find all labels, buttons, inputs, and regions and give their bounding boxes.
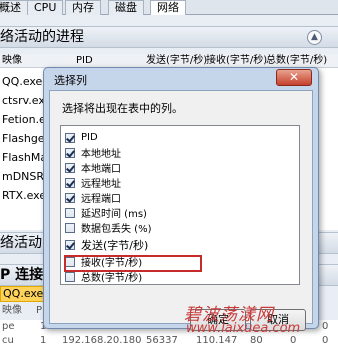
dialog-prompt: 选择将出现在表中的列。 bbox=[62, 102, 183, 115]
checkbox[interactable] bbox=[65, 207, 75, 218]
column-recv[interactable]: 接收(字节/秒) bbox=[206, 54, 267, 67]
table-cell: 0 bbox=[290, 335, 297, 346]
column-option-packet-loss[interactable]: 数据包丢失 (%) bbox=[65, 221, 152, 235]
column-total[interactable]: 总数(字节/秒) bbox=[266, 54, 327, 67]
table-cell: 1 bbox=[40, 335, 47, 346]
tab-overview[interactable]: 概述 bbox=[0, 0, 28, 15]
tab-memory[interactable]: 内存 bbox=[65, 0, 101, 15]
table-cell: 192.168.20.180 bbox=[62, 335, 142, 346]
table-row[interactable]: cu 1 192.168.20.180 56337 110.147 80 0 0 bbox=[0, 334, 338, 348]
option-label: 本地端口 bbox=[81, 164, 121, 175]
column-image[interactable]: 映像 bbox=[2, 54, 22, 67]
table-cell: pe bbox=[2, 321, 15, 332]
processes-section-header[interactable]: 络活动的进程 ▲ bbox=[0, 26, 338, 48]
option-label: 数据包丢失 (%) bbox=[81, 224, 152, 235]
collapse-icon[interactable]: ▲ bbox=[307, 30, 322, 45]
tab-disk[interactable]: 磁盘 bbox=[108, 0, 144, 15]
column-option-remote-port[interactable]: 远程端口 bbox=[65, 191, 121, 205]
tab-network[interactable]: 网络 bbox=[150, 0, 186, 15]
close-icon: ✕ bbox=[288, 70, 300, 84]
table-cell: 0 bbox=[322, 335, 329, 346]
checkbox[interactable] bbox=[65, 162, 75, 173]
column-option-pid[interactable]: PID bbox=[65, 131, 98, 144]
column-option-latency[interactable]: 延迟时间 (ms) bbox=[65, 206, 147, 220]
dialog-title: 选择列 bbox=[54, 74, 87, 87]
tab-bar: 概述 CPU 内存 磁盘 网络 bbox=[0, 0, 338, 15]
tab-cpu[interactable]: CPU bbox=[27, 0, 64, 15]
option-label: 远程地址 bbox=[81, 179, 121, 190]
checkbox[interactable] bbox=[65, 132, 75, 143]
table-cell: 110.147 bbox=[196, 335, 238, 346]
column-option-local-address[interactable]: 本地地址 bbox=[65, 146, 121, 160]
checkbox[interactable] bbox=[65, 239, 75, 250]
section-title: 络活动的进程 bbox=[0, 29, 84, 45]
highlight-box bbox=[64, 255, 202, 272]
watermark-url: www.laixuea.com bbox=[186, 321, 301, 336]
section-title: P 连接 bbox=[0, 267, 44, 283]
checkbox[interactable] bbox=[65, 222, 75, 233]
column-option-remote-address[interactable]: 远程地址 bbox=[65, 176, 121, 190]
column-send[interactable]: 发送(字节/秒) bbox=[146, 54, 207, 67]
column-image[interactable]: 映像 bbox=[2, 304, 22, 318]
close-button[interactable]: ✕ bbox=[276, 69, 312, 86]
checkbox[interactable] bbox=[65, 147, 75, 158]
option-label: 延迟时间 (ms) bbox=[81, 209, 147, 220]
section-title: 络活动 bbox=[0, 235, 42, 251]
checkbox[interactable] bbox=[65, 177, 75, 188]
column-option-send[interactable]: 发送(字节/秒) bbox=[65, 238, 149, 252]
table-header: 映像 PI bbox=[0, 304, 45, 318]
column-option-local-port[interactable]: 本地端口 bbox=[65, 161, 121, 175]
dialog-body: 选择将出现在表中的列。 PID 本地地址 本地端口 远程地址 远程端口 延迟时间… bbox=[49, 90, 313, 331]
option-label: 远程端口 bbox=[81, 194, 121, 205]
process-column-header: 映像 PID 发送(字节/秒) 接收(字节/秒) 总数(字节/秒) bbox=[0, 54, 338, 68]
option-label: 发送(字节/秒) bbox=[81, 238, 149, 252]
option-label: 本地地址 bbox=[81, 149, 121, 160]
column-pid[interactable]: PID bbox=[76, 54, 93, 67]
table-cell: cu bbox=[2, 335, 14, 346]
option-label: PID bbox=[81, 132, 98, 143]
table-cell: 0 bbox=[322, 321, 329, 332]
checkbox[interactable] bbox=[65, 271, 75, 282]
checkbox[interactable] bbox=[65, 192, 75, 203]
table-cell: 56337 bbox=[146, 335, 178, 346]
select-columns-dialog: 选择列 ✕ 选择将出现在表中的列。 PID 本地地址 本地端口 远程地址 远程端… bbox=[43, 67, 319, 331]
table-cell: 80 bbox=[250, 335, 263, 346]
